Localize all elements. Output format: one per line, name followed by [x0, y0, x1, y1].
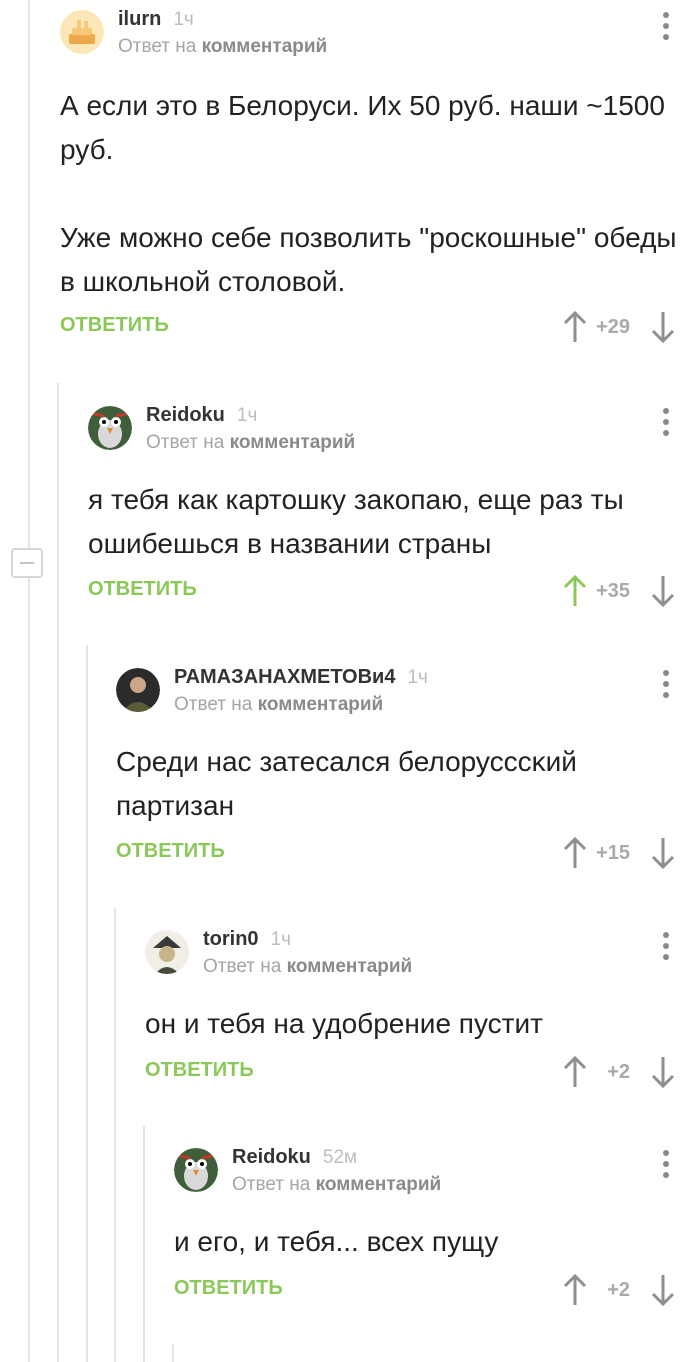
reply-to-link[interactable]: комментарий [258, 694, 384, 715]
rating-value: +2 [607, 1279, 630, 1301]
reply-to-link[interactable]: комментарий [230, 432, 356, 453]
comment-text: А если это в Белоруси. Их 50 руб. наши ~… [60, 90, 677, 297]
comment-text: и его, и тебя... всех пущу [174, 1226, 499, 1257]
comment: РАМАЗАНАХМЕТОВи4 1ч Ответ на комментарий … [116, 666, 700, 888]
reply-button[interactable]: ОТВЕТИТЬ [174, 1277, 283, 1300]
hat-avatar-icon[interactable] [145, 930, 189, 974]
more-options-icon[interactable] [656, 12, 676, 46]
reply-to-link[interactable]: комментарий [202, 36, 328, 57]
comment-author[interactable]: torin0 1ч [203, 928, 291, 951]
comment-author[interactable]: ilurn 1ч [118, 8, 194, 31]
reply-to-info: Ответ на комментарий [174, 694, 384, 715]
comment-text: я тебя как картошку закопаю, еще раз ты … [88, 484, 624, 559]
thread-line [28, 0, 30, 1362]
comment-time: 1ч [407, 667, 428, 688]
thread-line [172, 1344, 174, 1362]
reply-button[interactable]: ОТВЕТИТЬ [145, 1059, 254, 1082]
reply-to-info: Ответ на комментарий [232, 1174, 442, 1195]
reply-to-info: Ответ на комментарий [146, 432, 356, 453]
comment-actions: ОТВЕТИТЬ +35 [88, 574, 700, 614]
comment-actions: ОТВЕТИТЬ +29 [60, 310, 700, 350]
rating-value: +29 [596, 316, 630, 338]
thread-line [57, 383, 59, 1362]
collapse-thread-button[interactable] [11, 548, 43, 578]
rating-value: +35 [596, 580, 630, 602]
comment: ilurn 1ч Ответ на комментарий А если это … [60, 8, 700, 360]
reply-to-info: Ответ на комментарий [118, 36, 328, 57]
comment: Reidoku 52м Ответ на комментарий и его, и… [174, 1146, 700, 1328]
thread-line [114, 908, 116, 1362]
comment: torin0 1ч Ответ на комментарий он и тебя … [145, 928, 700, 1110]
upvote-icon[interactable] [562, 574, 588, 608]
rating-value: +2 [607, 1061, 630, 1083]
cake-avatar-icon[interactable] [60, 10, 104, 54]
upvote-icon[interactable] [562, 836, 588, 870]
comment-actions: ОТВЕТИТЬ +2 [145, 1055, 700, 1095]
rating-value: +15 [596, 842, 630, 864]
comment-text: Среди нас затесался белорусссκий партиза… [116, 746, 577, 821]
thread-line [86, 645, 88, 1362]
reply-to-link[interactable]: комментарий [316, 1174, 442, 1195]
upvote-icon[interactable] [562, 310, 588, 344]
downvote-icon[interactable] [650, 574, 676, 608]
person-avatar-icon[interactable] [116, 668, 160, 712]
comment-time: 1ч [236, 405, 258, 426]
downvote-icon[interactable] [650, 1273, 676, 1307]
comment-actions: ОТВЕТИТЬ +15 [116, 836, 700, 876]
upvote-icon[interactable] [562, 1273, 588, 1307]
downvote-icon[interactable] [650, 1055, 676, 1089]
reply-button[interactable]: ОТВЕТИТЬ [88, 578, 197, 601]
reply-to-info: Ответ на комментарий [203, 956, 413, 977]
comment-author[interactable]: Reidoku 52м [232, 1146, 357, 1169]
downvote-icon[interactable] [650, 310, 676, 344]
downvote-icon[interactable] [650, 836, 676, 870]
comment-author[interactable]: РАМАЗАНАХМЕТОВи4 1ч [174, 666, 428, 689]
comment-actions: ОТВЕТИТЬ +2 [174, 1273, 700, 1313]
reply-to-link[interactable]: комментарий [287, 956, 413, 977]
comment-author[interactable]: Reidoku 1ч [146, 404, 257, 427]
more-options-icon[interactable] [656, 670, 676, 704]
comment-time: 1ч [173, 9, 194, 30]
bird-avatar-icon[interactable] [174, 1148, 218, 1192]
reply-button[interactable]: ОТВЕТИТЬ [60, 314, 169, 337]
comment: Reidoku 1ч Ответ на комментарий я тебя ка… [88, 404, 700, 626]
more-options-icon[interactable] [656, 932, 676, 966]
comment-text: он и тебя на удобрение пустит [145, 1008, 543, 1039]
more-options-icon[interactable] [656, 1150, 676, 1184]
comment-time: 1ч [270, 929, 292, 950]
upvote-icon[interactable] [562, 1055, 588, 1089]
comment-time: 52м [322, 1147, 358, 1168]
thread-line [143, 1126, 145, 1362]
reply-button[interactable]: ОТВЕТИТЬ [116, 840, 225, 863]
bird-avatar-icon[interactable] [88, 406, 132, 450]
more-options-icon[interactable] [656, 408, 676, 442]
